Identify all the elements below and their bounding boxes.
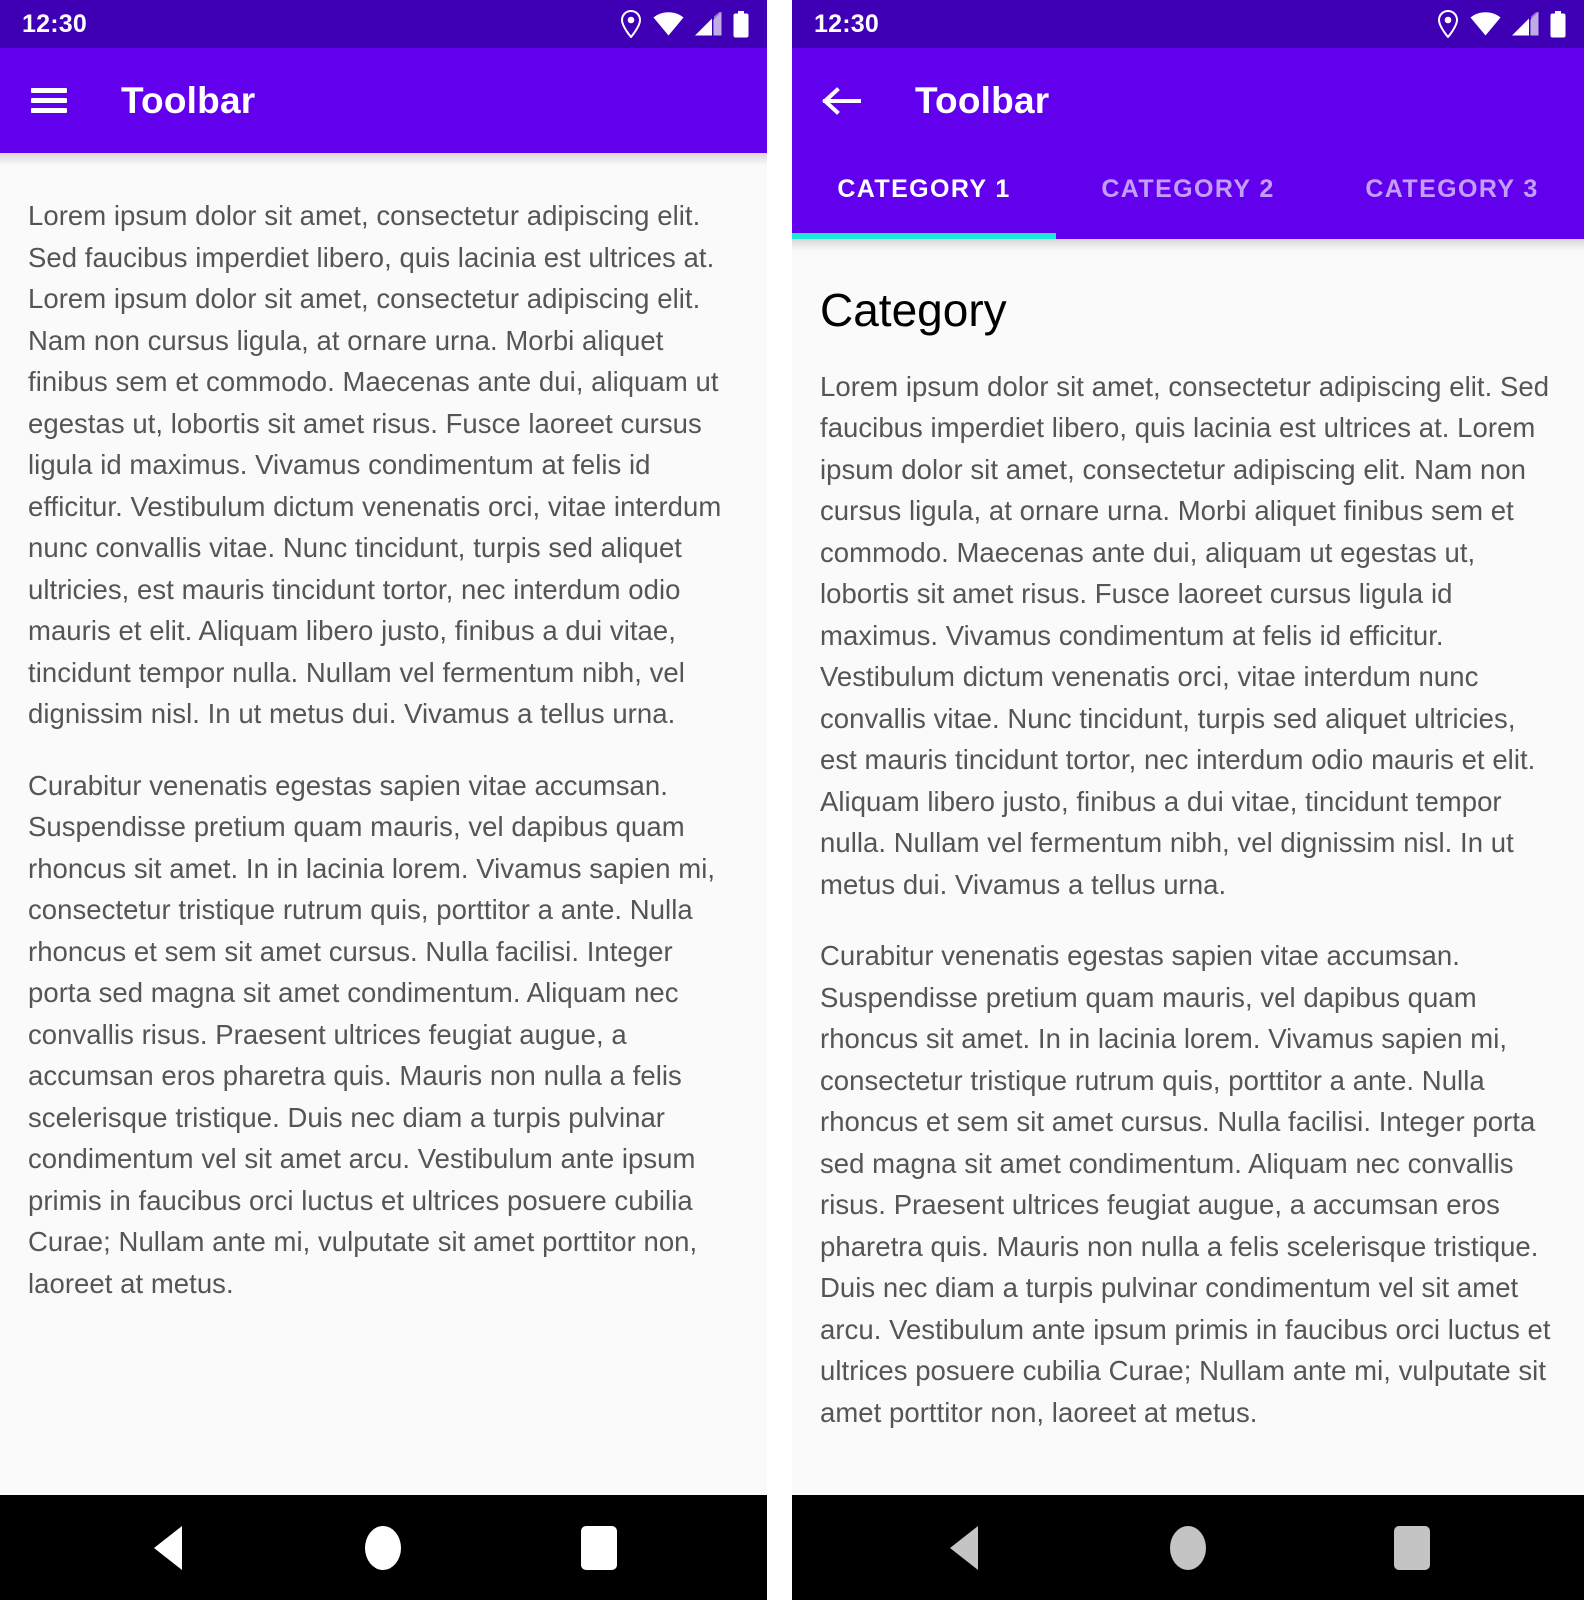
status-bar-icons (620, 10, 749, 38)
left-paragraph-1: Lorem ipsum dolor sit amet, consectetur … (28, 200, 722, 729)
nav-recents-button[interactable] (1352, 1518, 1472, 1578)
left-toolbar: Toolbar (0, 48, 767, 153)
tab-category-1[interactable]: CATEGORY 1 (792, 153, 1056, 239)
tab-category-2[interactable]: CATEGORY 2 (1056, 153, 1320, 239)
left-content-area: Lorem ipsum dolor sit amet, consectetur … (0, 153, 767, 1495)
back-arrow-button[interactable] (819, 79, 863, 123)
right-paragraph-2: Curabitur venenatis egestas sapien vitae… (820, 940, 1551, 1428)
nav-back-button[interactable] (904, 1518, 1024, 1578)
status-bar: 12:30 (0, 0, 767, 48)
nav-recents-button[interactable] (539, 1518, 659, 1578)
back-triangle-icon (153, 1525, 182, 1570)
left-phone-screen: 12:30 Toolbar Lorem ipsum dolor sit amet… (0, 0, 767, 1600)
hamburger-menu-button[interactable] (27, 79, 71, 123)
wifi-icon (1470, 12, 1501, 36)
back-arrow-icon (822, 86, 861, 115)
screen-gutter (767, 0, 792, 1600)
status-bar-icons (1437, 10, 1566, 38)
tab-category-3[interactable]: CATEGORY 3 (1320, 153, 1584, 239)
status-bar-clock: 12:30 (22, 9, 87, 38)
tab-label: CATEGORY 2 (1101, 175, 1275, 203)
location-pin-icon (620, 10, 642, 38)
tab-label: CATEGORY 3 (1365, 175, 1539, 203)
tab-label: CATEGORY 1 (837, 175, 1011, 203)
wifi-icon (653, 12, 684, 36)
left-paragraph-2: Curabitur venenatis egestas sapien vitae… (28, 769, 716, 1299)
nav-home-button[interactable] (1128, 1518, 1248, 1578)
nav-home-button[interactable] (323, 1518, 443, 1578)
battery-icon (733, 10, 749, 38)
dual-screenshot-container: 12:30 Toolbar Lorem ipsum dolor sit amet… (0, 0, 1584, 1600)
battery-icon (1550, 10, 1566, 38)
status-bar: 12:30 (792, 0, 1584, 48)
back-triangle-icon (950, 1525, 978, 1570)
right-phone-screen: 12:30 Toolbar CATEGORY 1 CATEGORY 2 CATE… (792, 0, 1584, 1600)
home-circle-icon (365, 1525, 402, 1570)
right-content-area: Category Lorem ipsum dolor sit amet, con… (792, 239, 1584, 1495)
right-paragraph-1: Lorem ipsum dolor sit amet, consectetur … (820, 370, 1550, 900)
recents-square-icon (581, 1525, 618, 1570)
right-toolbar-bar: Toolbar (792, 48, 1584, 153)
page-title: Category (820, 284, 1007, 336)
right-navigation-bar (792, 1495, 1584, 1600)
recents-square-icon (1394, 1525, 1430, 1570)
left-navigation-bar (0, 1495, 767, 1600)
right-appbar-shadow (792, 239, 1584, 251)
location-pin-icon (1437, 10, 1459, 38)
hamburger-menu-icon (31, 83, 67, 118)
cellular-signal-icon (695, 12, 722, 36)
nav-back-button[interactable] (108, 1518, 228, 1578)
home-circle-icon (1170, 1525, 1206, 1570)
left-toolbar-bar: Toolbar (0, 48, 767, 153)
right-toolbar-title: Toolbar (915, 80, 1050, 121)
right-toolbar: Toolbar CATEGORY 1 CATEGORY 2 CATEGORY 3 (792, 48, 1584, 239)
tab-bar: CATEGORY 1 CATEGORY 2 CATEGORY 3 (792, 153, 1584, 239)
left-appbar-shadow (0, 153, 767, 165)
cellular-signal-icon (1512, 12, 1539, 36)
status-bar-clock: 12:30 (814, 9, 879, 38)
left-toolbar-title: Toolbar (121, 80, 256, 121)
tab-active-indicator (792, 233, 1056, 239)
